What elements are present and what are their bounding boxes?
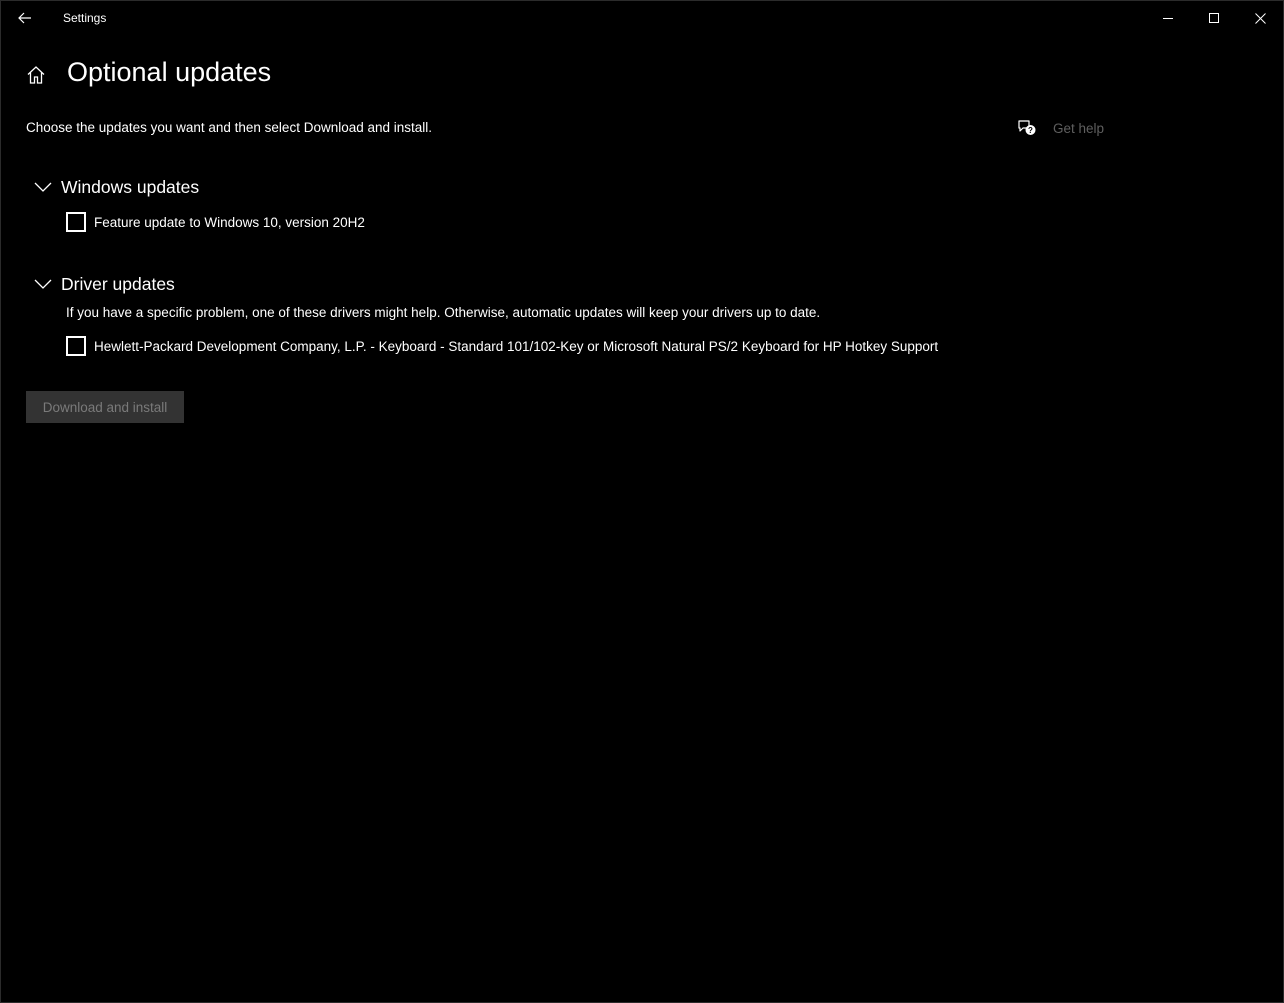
get-help-label: Get help [1053, 120, 1105, 136]
svg-text:?: ? [1028, 126, 1033, 135]
feature-update-checkbox[interactable] [66, 212, 86, 232]
feature-update-option[interactable]: Feature update to Windows 10, version 20… [66, 212, 365, 232]
title-bar: Settings [1, 1, 1283, 35]
home-button[interactable] [24, 63, 48, 87]
chevron-down-icon [33, 177, 53, 197]
hp-keyboard-driver-option[interactable]: Hewlett-Packard Development Company, L.P… [66, 336, 938, 356]
checkbox-label: Hewlett-Packard Development Company, L.P… [94, 338, 939, 354]
windows-updates-header[interactable]: Windows updates [33, 175, 199, 199]
maximize-icon [1209, 13, 1219, 23]
driver-updates-header[interactable]: Driver updates [33, 272, 175, 296]
minimize-button[interactable] [1145, 1, 1191, 35]
hp-keyboard-driver-checkbox[interactable] [66, 336, 86, 356]
chat-help-icon: ? [1018, 120, 1036, 135]
settings-window: Settings Optional updates Choose the upd… [0, 0, 1284, 1003]
close-button[interactable] [1237, 1, 1283, 35]
section-title: Windows updates [61, 176, 200, 197]
chevron-down-icon [33, 274, 53, 294]
minimize-icon [1163, 18, 1173, 19]
close-icon [1254, 12, 1266, 24]
back-arrow-icon [18, 12, 31, 24]
back-button[interactable] [7, 2, 43, 34]
intro-text: Choose the updates you want and then sel… [26, 120, 433, 135]
driver-updates-description: If you have a specific problem, one of t… [66, 305, 821, 320]
home-icon [27, 66, 45, 84]
page-title: Optional updates [67, 57, 272, 87]
app-title: Settings [63, 11, 107, 25]
get-help-link[interactable]: ? Get help [1017, 118, 1104, 138]
section-title: Driver updates [61, 273, 175, 294]
download-and-install-button[interactable]: Download and install [26, 391, 184, 423]
checkbox-label: Feature update to Windows 10, version 20… [94, 214, 365, 230]
maximize-button[interactable] [1191, 1, 1237, 35]
